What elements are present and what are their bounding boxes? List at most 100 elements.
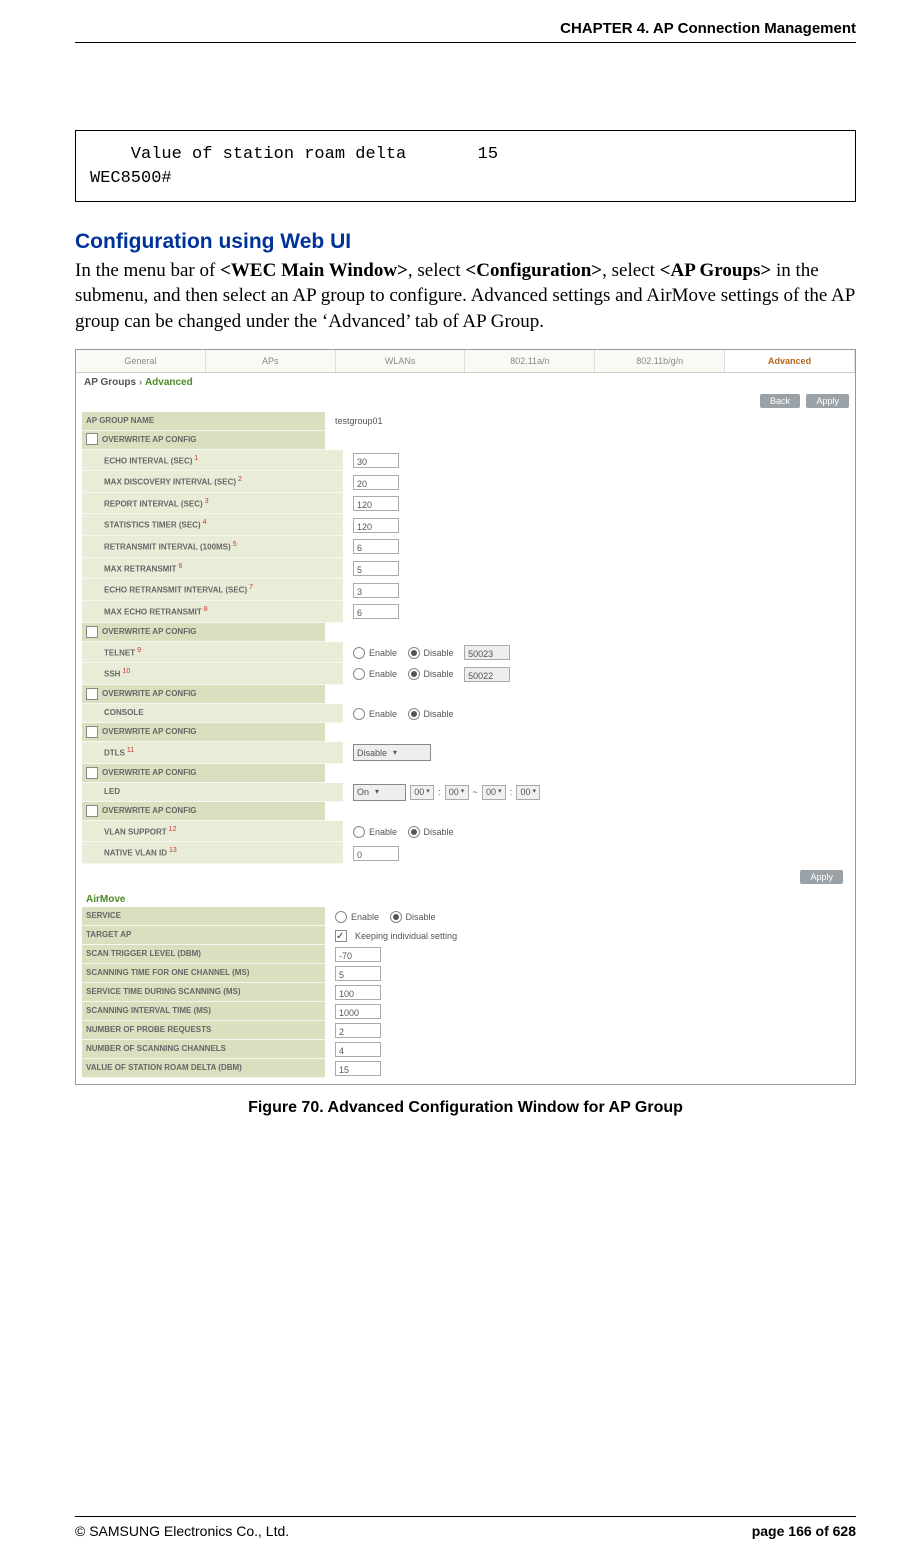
page: CHAPTER 4. AP Connection Management Valu… — [0, 0, 921, 1565]
radio-ssh-disable[interactable] — [408, 668, 420, 680]
tab-advanced[interactable]: Advanced — [725, 350, 855, 372]
lab-am-scan-ch: NUMBER OF SCANNING CHANNELS — [82, 1040, 325, 1059]
lab-overwrite-4: OVERWRITE AP CONFIG — [82, 723, 325, 742]
checkbox-overwrite-5[interactable] — [86, 767, 98, 779]
tab-bar: General APs WLANs 802.11a/n 802.11b/g/n … — [76, 350, 855, 373]
checkbox-overwrite-3[interactable] — [86, 688, 98, 700]
input-echo-retransmit[interactable]: 3 — [353, 583, 399, 598]
lab-group-name: AP GROUP NAME — [82, 412, 325, 431]
radio-console-disable[interactable] — [408, 708, 420, 720]
input-max-retransmit[interactable]: 5 — [353, 561, 399, 576]
lab-vlan-support: VLAN SUPPORT12 — [82, 821, 343, 843]
input-native-vlan[interactable]: 0 — [353, 846, 399, 861]
radio-vlan-disable[interactable] — [408, 826, 420, 838]
input-stats-timer[interactable]: 120 — [353, 518, 399, 533]
lab-max-discovery: MAX DISCOVERY INTERVAL (SEC)2 — [82, 471, 343, 493]
select-led-state[interactable]: On — [353, 784, 406, 801]
lab-stats-timer: STATISTICS TIMER (SEC)4 — [82, 514, 343, 536]
lab-led: LED — [82, 783, 343, 802]
checkbox-overwrite-1[interactable] — [86, 433, 98, 445]
input-am-scan-int[interactable]: 1000 — [335, 1004, 381, 1019]
input-max-echo-retransmit[interactable]: 6 — [353, 604, 399, 619]
tab-wlans[interactable]: WLANs — [336, 350, 466, 372]
lab-native-vlan: NATIVE VLAN ID13 — [82, 842, 343, 864]
radio-am-disable[interactable] — [390, 911, 402, 923]
lab-dtls: DTLS11 — [82, 742, 343, 764]
embedded-screenshot: General APs WLANs 802.11a/n 802.11b/g/n … — [75, 349, 856, 1086]
breadcrumb: AP Groups › Advanced — [76, 373, 855, 392]
body-paragraph: In the menu bar of <WEC Main Window>, se… — [75, 258, 856, 335]
lab-console: CONSOLE — [82, 704, 343, 723]
tab-80211an[interactable]: 802.11a/n — [465, 350, 595, 372]
select-led-h2[interactable]: 00 — [482, 785, 506, 800]
cli-prompt: WEC8500# — [90, 167, 841, 191]
select-dtls[interactable]: Disable — [353, 744, 431, 761]
checkbox-overwrite-2[interactable] — [86, 626, 98, 638]
input-ssh-port[interactable]: 50022 — [464, 667, 510, 682]
lab-echo-retransmit: ECHO RETRANSMIT INTERVAL (SEC)7 — [82, 579, 343, 601]
top-button-row: Back Apply — [76, 392, 855, 412]
lab-max-retransmit: MAX RETRANSMIT6 — [82, 558, 343, 580]
lab-retransmit-interval: RETRANSMIT INTERVAL (100MS)5 — [82, 536, 343, 558]
select-led-m2[interactable]: 00 — [516, 785, 540, 800]
footer-page-number: page 166 of 628 — [752, 1523, 856, 1539]
lab-am-service: SERVICE — [82, 907, 325, 926]
lab-overwrite-3: OVERWRITE AP CONFIG — [82, 685, 325, 704]
lab-am-target: TARGET AP — [82, 926, 325, 945]
lab-am-svc-time: SERVICE TIME DURING SCANNING (MS) — [82, 983, 325, 1002]
input-am-scan-ch[interactable]: 4 — [335, 1042, 381, 1057]
lab-ssh: SSH10 — [82, 663, 343, 685]
figure-caption: Figure 70. Advanced Configuration Window… — [75, 1099, 856, 1117]
input-retransmit-interval[interactable]: 6 — [353, 539, 399, 554]
chapter-header: CHAPTER 4. AP Connection Management — [560, 20, 856, 37]
airmove-title: AirMove — [82, 888, 849, 907]
select-led-m1[interactable]: 00 — [445, 785, 469, 800]
lab-max-echo-retransmit: MAX ECHO RETRANSMIT8 — [82, 601, 343, 623]
input-echo-interval[interactable]: 30 — [353, 453, 399, 468]
input-am-scan-one[interactable]: 5 — [335, 966, 381, 981]
tab-80211bgn[interactable]: 802.11b/g/n — [595, 350, 725, 372]
input-am-svc-time[interactable]: 100 — [335, 985, 381, 1000]
lab-telnet: TELNET9 — [82, 642, 343, 664]
header-rule — [75, 42, 856, 43]
section-title: Configuration using Web UI — [75, 230, 856, 254]
radio-vlan-enable[interactable] — [353, 826, 365, 838]
checkbox-overwrite-4[interactable] — [86, 726, 98, 738]
radio-telnet-enable[interactable] — [353, 647, 365, 659]
input-am-scan-trigger[interactable]: -70 — [335, 947, 381, 962]
input-am-roam-delta[interactable]: 15 — [335, 1061, 381, 1076]
lab-overwrite-2: OVERWRITE AP CONFIG — [82, 623, 325, 642]
lab-am-scan-one: SCANNING TIME FOR ONE CHANNEL (MS) — [82, 964, 325, 983]
cli-output-box: Value of station roam delta 15 WEC8500# — [75, 130, 856, 202]
footer-rule — [75, 1516, 856, 1517]
lab-echo-interval: ECHO INTERVAL (SEC)1 — [82, 450, 343, 472]
mid-button-row: Apply — [82, 864, 849, 888]
checkbox-am-target[interactable] — [335, 930, 347, 942]
cli-line: Value of station roam delta 15 — [90, 143, 841, 167]
select-led-h1[interactable]: 00 — [410, 785, 434, 800]
input-report-interval[interactable]: 120 — [353, 496, 399, 511]
lab-am-scan-int: SCANNING INTERVAL TIME (MS) — [82, 1002, 325, 1021]
lab-am-scan-trigger: SCAN TRIGGER LEVEL (DBM) — [82, 945, 325, 964]
radio-ssh-enable[interactable] — [353, 668, 365, 680]
back-button[interactable]: Back — [760, 394, 800, 408]
lab-am-probe-req: NUMBER OF PROBE REQUESTS — [82, 1021, 325, 1040]
apply-button[interactable]: Apply — [806, 394, 849, 408]
lab-overwrite-6: OVERWRITE AP CONFIG — [82, 802, 325, 821]
lab-am-roam-delta: VALUE OF STATION ROAM DELTA (DBM) — [82, 1059, 325, 1078]
radio-am-enable[interactable] — [335, 911, 347, 923]
radio-telnet-disable[interactable] — [408, 647, 420, 659]
input-max-discovery[interactable]: 20 — [353, 475, 399, 490]
radio-console-enable[interactable] — [353, 708, 365, 720]
apply-button-2[interactable]: Apply — [800, 870, 843, 884]
input-telnet-port[interactable]: 50023 — [464, 645, 510, 660]
footer-copyright: © SAMSUNG Electronics Co., Ltd. — [75, 1523, 289, 1539]
checkbox-overwrite-6[interactable] — [86, 805, 98, 817]
lab-overwrite-1: OVERWRITE AP CONFIG — [82, 431, 325, 450]
lab-overwrite-5: OVERWRITE AP CONFIG — [82, 764, 325, 783]
val-group-name: testgroup01 — [335, 413, 383, 429]
lab-report-interval: REPORT INTERVAL (SEC)3 — [82, 493, 343, 515]
tab-aps[interactable]: APs — [206, 350, 336, 372]
input-am-probe-req[interactable]: 2 — [335, 1023, 381, 1038]
tab-general[interactable]: General — [76, 350, 206, 372]
